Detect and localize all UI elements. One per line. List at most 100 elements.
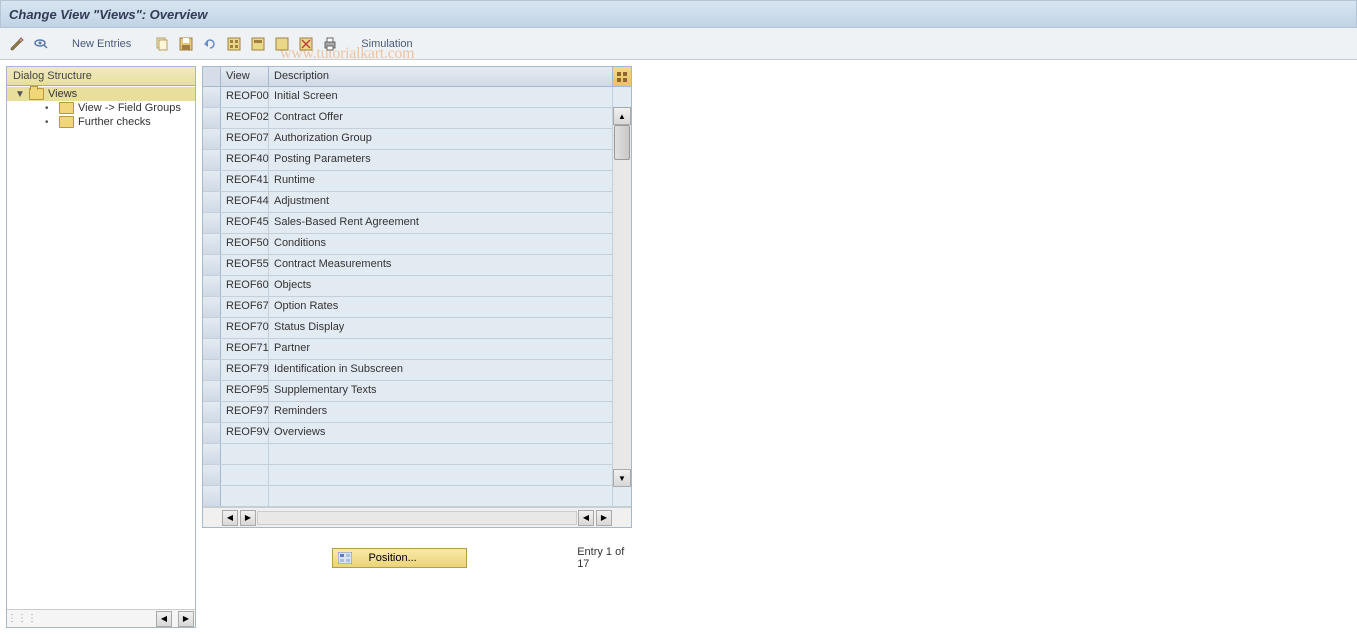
- scroll-left-end-icon[interactable]: ◀: [578, 510, 594, 526]
- row-selector[interactable]: [203, 465, 221, 485]
- row-selector[interactable]: [203, 108, 221, 128]
- scroll-track[interactable]: [613, 125, 631, 469]
- scroll-up-icon[interactable]: ▲: [613, 107, 631, 125]
- cell-view[interactable]: REOF44: [221, 192, 269, 212]
- print-icon[interactable]: [321, 35, 339, 53]
- select-all-corner[interactable]: [203, 67, 221, 86]
- cell-description[interactable]: Reminders: [269, 402, 613, 422]
- table-config-icon[interactable]: [613, 67, 631, 86]
- cell-description[interactable]: Identification in Subscreen: [269, 360, 613, 380]
- cell-view[interactable]: [221, 486, 269, 506]
- cell-description[interactable]: [269, 486, 613, 506]
- scroll-left-icon[interactable]: ◀: [156, 611, 172, 627]
- cell-description[interactable]: [269, 444, 613, 464]
- cell-description[interactable]: Objects: [269, 276, 613, 296]
- scroll-right-icon[interactable]: ▶: [240, 510, 256, 526]
- cell-view[interactable]: REOF40: [221, 150, 269, 170]
- save-icon[interactable]: [177, 35, 195, 53]
- table-row: REOF02Contract Offer: [203, 108, 631, 129]
- col-header-view[interactable]: View: [221, 67, 269, 86]
- cell-description[interactable]: Sales-Based Rent Agreement: [269, 213, 613, 233]
- row-selector[interactable]: [203, 381, 221, 401]
- row-selector[interactable]: [203, 402, 221, 422]
- cell-view[interactable]: REOF67: [221, 297, 269, 317]
- select-all-icon[interactable]: [225, 35, 243, 53]
- cell-view[interactable]: REOF55: [221, 255, 269, 275]
- row-selector[interactable]: [203, 297, 221, 317]
- cell-view[interactable]: REOF41: [221, 171, 269, 191]
- row-selector[interactable]: [203, 318, 221, 338]
- position-button[interactable]: Position...: [332, 548, 467, 568]
- cell-view[interactable]: [221, 465, 269, 485]
- cell-view[interactable]: REOF70: [221, 318, 269, 338]
- row-selector[interactable]: [203, 129, 221, 149]
- row-selector[interactable]: [203, 171, 221, 191]
- cell-description[interactable]: Status Display: [269, 318, 613, 338]
- cell-view[interactable]: REOF79: [221, 360, 269, 380]
- cell-description[interactable]: Conditions: [269, 234, 613, 254]
- table-body: REOF00Initial ScreenREOF02Contract Offer…: [203, 87, 631, 507]
- cell-description[interactable]: Initial Screen: [269, 87, 613, 107]
- row-selector[interactable]: [203, 255, 221, 275]
- cell-description[interactable]: Contract Offer: [269, 108, 613, 128]
- row-selector[interactable]: [203, 444, 221, 464]
- change-icon[interactable]: [8, 35, 26, 53]
- vertical-scrollbar[interactable]: ▲ ▼: [613, 107, 631, 487]
- undo-icon[interactable]: [201, 35, 219, 53]
- sidebar-header: Dialog Structure: [7, 67, 195, 86]
- cell-view[interactable]: REOF97: [221, 402, 269, 422]
- row-selector[interactable]: [203, 150, 221, 170]
- row-selector[interactable]: [203, 234, 221, 254]
- cell-view[interactable]: REOF50: [221, 234, 269, 254]
- cell-view[interactable]: REOF07: [221, 129, 269, 149]
- cell-description[interactable]: Supplementary Texts: [269, 381, 613, 401]
- select-block-icon[interactable]: [249, 35, 267, 53]
- row-selector[interactable]: [203, 339, 221, 359]
- cell-description[interactable]: Contract Measurements: [269, 255, 613, 275]
- cell-description[interactable]: Overviews: [269, 423, 613, 443]
- copy-icon[interactable]: [153, 35, 171, 53]
- cell-view[interactable]: REOF71: [221, 339, 269, 359]
- display-icon[interactable]: [32, 35, 50, 53]
- row-selector[interactable]: [203, 423, 221, 443]
- cell-view[interactable]: REOF95: [221, 381, 269, 401]
- hscroll-track[interactable]: [257, 511, 577, 525]
- scroll-thumb[interactable]: [614, 125, 630, 160]
- tree-node-field-groups[interactable]: • View -> Field Groups: [7, 101, 195, 115]
- row-selector[interactable]: [203, 486, 221, 506]
- row-selector[interactable]: [203, 360, 221, 380]
- row-selector[interactable]: [203, 276, 221, 296]
- cell-view[interactable]: REOF9V: [221, 423, 269, 443]
- delete-icon[interactable]: [297, 35, 315, 53]
- cell-description[interactable]: [269, 465, 613, 485]
- cell-description[interactable]: Authorization Group: [269, 129, 613, 149]
- table-row: REOF95Supplementary Texts: [203, 381, 631, 402]
- tree-collapse-icon[interactable]: ▼: [15, 89, 25, 100]
- cell-description[interactable]: Runtime: [269, 171, 613, 191]
- col-header-description[interactable]: Description: [269, 67, 613, 86]
- cell-description[interactable]: Partner: [269, 339, 613, 359]
- cell-view[interactable]: [221, 444, 269, 464]
- cell-description[interactable]: Adjustment: [269, 192, 613, 212]
- scroll-right-end-icon[interactable]: ▶: [596, 510, 612, 526]
- scroll-left-icon[interactable]: ◀: [222, 510, 238, 526]
- table-row: REOF79Identification in Subscreen: [203, 360, 631, 381]
- scroll-right-icon[interactable]: ▶: [178, 611, 194, 627]
- drag-handle-icon[interactable]: ⋮⋮⋮: [7, 613, 37, 624]
- cell-view[interactable]: REOF45: [221, 213, 269, 233]
- cell-view[interactable]: REOF02: [221, 108, 269, 128]
- table-row: REOF70Status Display: [203, 318, 631, 339]
- new-entries-button[interactable]: New Entries: [68, 38, 135, 50]
- tree-node-further-checks[interactable]: • Further checks: [7, 115, 195, 129]
- row-selector[interactable]: [203, 213, 221, 233]
- scroll-down-icon[interactable]: ▼: [613, 469, 631, 487]
- cell-view[interactable]: REOF00: [221, 87, 269, 107]
- deselect-all-icon[interactable]: [273, 35, 291, 53]
- tree-node-views[interactable]: ▼ Views: [7, 87, 195, 101]
- row-selector[interactable]: [203, 192, 221, 212]
- cell-description[interactable]: Option Rates: [269, 297, 613, 317]
- cell-description[interactable]: Posting Parameters: [269, 150, 613, 170]
- simulation-button[interactable]: Simulation: [357, 38, 416, 50]
- row-selector[interactable]: [203, 87, 221, 107]
- cell-view[interactable]: REOF60: [221, 276, 269, 296]
